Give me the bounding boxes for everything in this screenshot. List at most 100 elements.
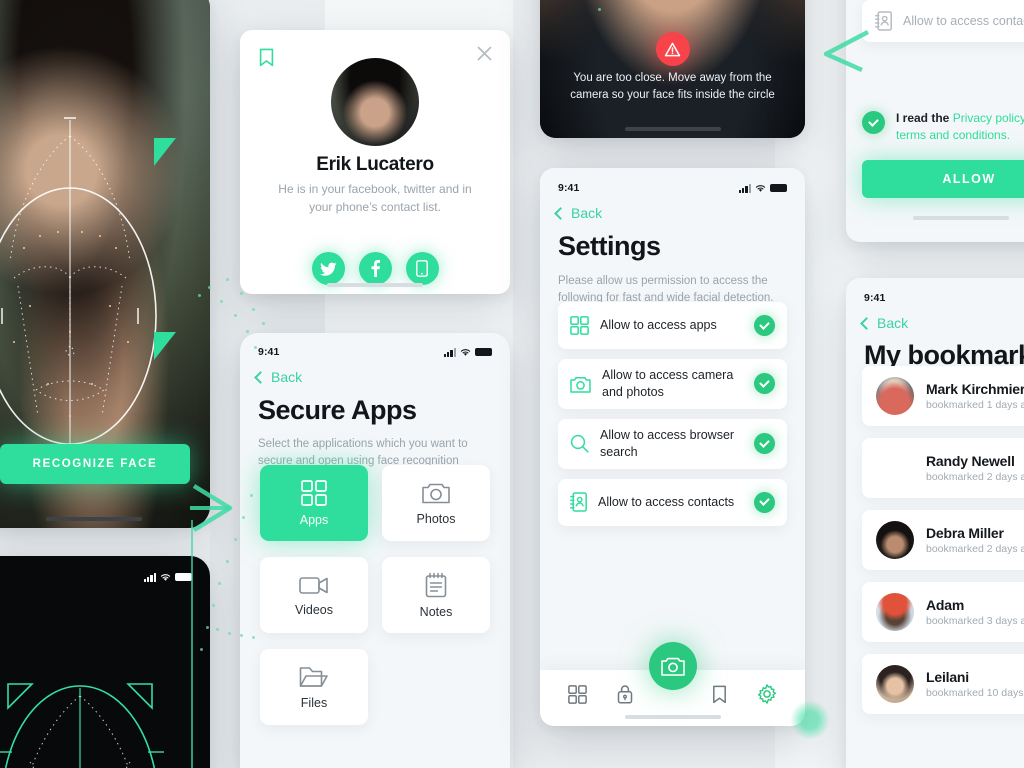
close-icon[interactable] [477, 46, 492, 61]
tile-photos[interactable]: Photos [382, 465, 490, 541]
bookmarks-list: Mark Kirchmier bookmarked 1 days ago Ran… [862, 366, 1024, 714]
back-button[interactable]: Back [846, 309, 1024, 331]
list-item[interactable]: Randy Newell bookmarked 2 days ago [862, 438, 1024, 498]
wifi-icon [460, 348, 471, 356]
privacy-policy-link[interactable]: Privacy policy [953, 111, 1024, 125]
list-item[interactable]: Leilani bookmarked 10 days ago [862, 654, 1024, 714]
terms-link[interactable]: terms and conditions. [896, 128, 1010, 142]
bookmark-meta: bookmarked 2 days ago [926, 471, 1024, 483]
tile-label: Notes [419, 604, 453, 619]
permission-label: Allow to access contacts [903, 14, 1024, 28]
phone-button[interactable] [405, 252, 439, 285]
warning-badge [655, 32, 690, 66]
tile-files[interactable]: Files [260, 649, 368, 725]
grid-icon [301, 479, 327, 506]
tile-videos[interactable]: Videos [260, 557, 368, 633]
profile-card: Erik Lucatero He is in your facebook, tw… [240, 30, 510, 294]
battery-icon [475, 347, 492, 357]
twitter-button[interactable] [311, 252, 345, 285]
permission-row-contacts[interactable]: Allow to access contacts [862, 0, 1024, 42]
home-indicator [327, 283, 423, 287]
facebook-icon [371, 260, 380, 277]
list-item-text: Mark Kirchmier bookmarked 1 days ago [926, 381, 1024, 411]
bookmark-icon [713, 685, 727, 703]
bookmark-name: Adam [926, 597, 965, 613]
secure-apps-screen: 9:41 Back Secure Apps Select the applica… [240, 333, 510, 768]
home-indicator [624, 715, 721, 719]
tile-notes[interactable]: Notes [382, 557, 490, 633]
camera-icon [660, 657, 685, 676]
permission-row-camera[interactable]: Allow to access camera and photos [558, 359, 787, 409]
legal-check-toggle[interactable] [862, 111, 885, 134]
grid-icon [570, 316, 589, 335]
permission-label: Allow to access apps [600, 318, 717, 333]
tile-label: Photos [416, 511, 456, 526]
permission-row-contacts[interactable]: Allow to access contacts [558, 478, 787, 526]
bookmark-icon[interactable] [259, 48, 274, 67]
allow-permissions-screen: Allow to access contacts I read the Priv… [846, 0, 1024, 242]
list-item-text: Adam bookmarked 3 days ago [926, 597, 1024, 627]
back-button[interactable]: Back [540, 199, 805, 221]
avatar [876, 665, 914, 703]
settings-screen: 9:41 Back Settings Please allow us permi… [540, 168, 805, 726]
back-button[interactable]: Back [240, 363, 510, 385]
tile-apps[interactable]: Apps [260, 465, 368, 541]
status-bar: 9:41 [540, 177, 805, 199]
list-item[interactable]: Debra Miller bookmarked 2 days ago [862, 510, 1024, 570]
permission-row-apps[interactable]: Allow to access apps [558, 302, 787, 349]
list-item[interactable]: Mark Kirchmier bookmarked 1 days ago [862, 366, 1024, 426]
profile-name: Erik Lucatero [316, 154, 434, 175]
avatar [876, 593, 914, 631]
allow-button[interactable]: ALLOW [862, 160, 1024, 198]
legal-consent-row: I read the Privacy policy and the terms … [862, 110, 1024, 145]
tile-label: Files [300, 695, 328, 710]
tab-bookmarks[interactable] [705, 685, 735, 704]
list-item-text: Randy Newell bookmarked 2 days ago [926, 453, 1024, 483]
bookmark-meta: bookmarked 10 days ago [926, 687, 1024, 699]
list-item-text: Leilani bookmarked 10 days ago [926, 669, 1024, 699]
notes-icon [425, 572, 447, 597]
camera-fab-button[interactable] [648, 642, 697, 690]
tile-label: Videos [295, 602, 333, 617]
check-toggle[interactable] [754, 433, 775, 455]
warning-camera-screen: You are too close. Move away from the ca… [540, 0, 805, 138]
chevron-left-icon [554, 206, 567, 220]
status-time: 9:41 [558, 182, 580, 194]
tab-lock[interactable] [610, 684, 640, 704]
check-toggle[interactable] [754, 373, 775, 395]
permissions-list: Allow to access apps Allow to access cam… [558, 302, 787, 526]
bookmark-meta: bookmarked 1 days ago [926, 399, 1024, 411]
avatar [331, 58, 419, 146]
status-time: 9:41 [864, 292, 886, 304]
permission-row-browser[interactable]: Allow to access browser search [558, 418, 787, 469]
check-toggle[interactable] [754, 315, 775, 336]
check-toggle[interactable] [754, 491, 775, 513]
camera-preview-image [540, 0, 805, 138]
video-icon [299, 576, 328, 594]
gear-icon [758, 684, 777, 704]
signal-icon [738, 183, 751, 193]
home-indicator [46, 517, 142, 521]
phone-icon [416, 260, 428, 277]
home-indicator [913, 216, 1009, 220]
facebook-button[interactable] [358, 252, 392, 285]
page-title: Settings [558, 231, 661, 261]
legal-prefix: I read the [896, 111, 953, 125]
folder-icon [299, 666, 328, 687]
permission-label: Allow to access browser search [600, 427, 735, 459]
status-time: 9:41 [258, 346, 280, 358]
avatar [876, 377, 914, 415]
bookmark-name: Leilani [926, 669, 969, 685]
chevron-left-icon [254, 370, 267, 384]
page-title: Secure Apps [258, 395, 417, 425]
tab-settings[interactable] [752, 684, 782, 704]
recognize-face-button[interactable]: RECOGNIZE FACE [0, 444, 190, 484]
bookmark-name: Mark Kirchmier [926, 381, 1024, 397]
face-camera-screen: RECOGNIZE FACE [0, 0, 210, 528]
list-item[interactable]: Adam bookmarked 3 days ago [862, 582, 1024, 642]
chevron-left-icon [860, 316, 873, 330]
back-label: Back [571, 205, 603, 221]
status-bar: 9:41 [240, 341, 510, 363]
screenshot-root: RECOGNIZE FACE 9:41 [0, 0, 1024, 768]
tab-apps[interactable] [563, 684, 593, 704]
